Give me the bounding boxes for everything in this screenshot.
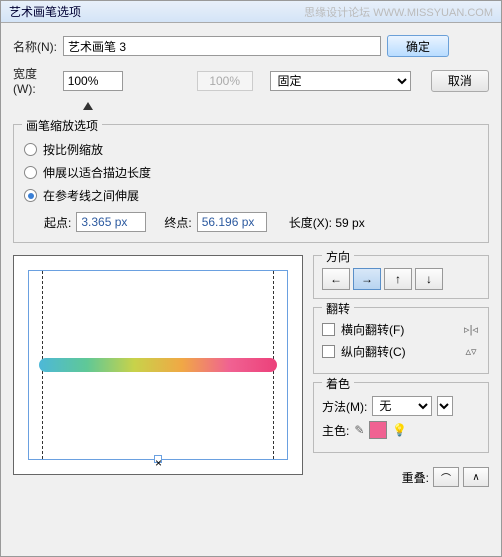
keycolor-swatch[interactable] [369, 421, 387, 439]
radio-label: 伸展以适合描边长度 [43, 164, 151, 181]
dialog-content: 名称(N): 确定 宽度(W): 100% 固定 取消 画笔缩放选项 按比例缩放… [1, 23, 501, 499]
name-input[interactable] [63, 36, 381, 56]
dir-right-button[interactable]: → [353, 268, 381, 290]
radio-proportional[interactable]: 按比例缩放 [24, 141, 478, 158]
length-label: 长度(X): 59 px [289, 214, 365, 231]
overlap-row: 重叠: ⌒ ∧ [313, 467, 489, 487]
flip-h-icon: ▹|◃ [462, 323, 480, 336]
radio-stretch-guides[interactable]: 在参考线之间伸展 [24, 187, 478, 204]
name-row: 名称(N): 确定 [13, 35, 489, 57]
width-row: 宽度(W): 100% 固定 取消 [13, 65, 489, 96]
radio-icon [24, 189, 37, 202]
tips-icon[interactable]: 💡 [392, 423, 407, 437]
overlap-label: 重叠: [402, 469, 429, 486]
width-label: 宽度(W): [13, 65, 57, 96]
guides-params-row: 起点: 终点: 长度(X): 59 px [44, 212, 478, 232]
direction-legend: 方向 [322, 248, 354, 265]
anchor-mid[interactable]: × [154, 455, 162, 463]
radio-icon [24, 143, 37, 156]
dialog: 艺术画笔选项 思缘设计论坛 WWW.MISSYUAN.COM 名称(N): 确定… [0, 0, 502, 557]
width-input[interactable] [63, 71, 123, 91]
dir-down-button[interactable]: ↓ [415, 268, 443, 290]
start-input[interactable] [76, 212, 146, 232]
eyedropper-icon[interactable]: ✎ [354, 423, 364, 437]
method-dropdown-btn[interactable] [437, 396, 453, 416]
direction-buttons: ← → ↑ ↓ [322, 268, 480, 290]
radio-icon [24, 166, 37, 179]
name-label: 名称(N): [13, 38, 57, 55]
overlap-none-button[interactable]: ⌒ [433, 467, 459, 487]
ok-button[interactable]: 确定 [387, 35, 449, 57]
colorize-legend: 着色 [322, 375, 354, 392]
end-input[interactable] [197, 212, 267, 232]
radio-label: 在参考线之间伸展 [43, 187, 139, 204]
titlebar: 艺术画笔选项 思缘设计论坛 WWW.MISSYUAN.COM [1, 1, 501, 23]
lower-section: × 方向 ← → ↑ ↓ 翻转 [13, 255, 489, 487]
flip-vertical-row[interactable]: 纵向翻转(C) ▵▿ [322, 343, 480, 360]
preview-area: × [13, 255, 303, 487]
width-fixed-display: 100% [197, 71, 253, 91]
flip-legend: 翻转 [322, 300, 354, 317]
checkbox-icon [322, 345, 335, 358]
colorize-group: 着色 方法(M): 无 主色: ✎ 💡 [313, 382, 489, 453]
flip-v-label: 纵向翻转(C) [341, 343, 406, 360]
overlap-on-button[interactable]: ∧ [463, 467, 489, 487]
width-mode-select[interactable]: 固定 [270, 71, 411, 91]
flip-v-icon: ▵▿ [462, 345, 480, 358]
method-select[interactable]: 无 [372, 396, 432, 416]
right-column: 方向 ← → ↑ ↓ 翻转 横向翻转(F) ▹|◃ [313, 255, 489, 487]
scale-options-group: 画笔缩放选项 按比例缩放 伸展以适合描边长度 在参考线之间伸展 起点: 终点: [13, 124, 489, 243]
watermark-text: 思缘设计论坛 WWW.MISSYUAN.COM [304, 4, 493, 20]
cancel-button[interactable]: 取消 [431, 70, 489, 92]
start-label: 起点: [44, 214, 71, 231]
checkbox-icon [322, 323, 335, 336]
dir-up-button[interactable]: ↑ [384, 268, 412, 290]
brush-preview-stroke [39, 358, 277, 372]
keycolor-row: 主色: ✎ 💡 [322, 421, 480, 439]
dir-left-button[interactable]: ← [322, 268, 350, 290]
scale-legend: 画笔缩放选项 [22, 117, 102, 134]
method-row: 方法(M): 无 [322, 396, 480, 416]
keycolor-label: 主色: [322, 422, 349, 439]
dialog-title: 艺术画笔选项 [9, 3, 81, 20]
end-label: 终点: [164, 214, 191, 231]
flip-h-label: 横向翻转(F) [341, 321, 404, 338]
width-slider-handle[interactable] [83, 102, 93, 110]
direction-group: 方向 ← → ↑ ↓ [313, 255, 489, 299]
flip-horizontal-row[interactable]: 横向翻转(F) ▹|◃ [322, 321, 480, 338]
preview-inner: × [28, 270, 288, 460]
radio-label: 按比例缩放 [43, 141, 103, 158]
radio-stretch-fit[interactable]: 伸展以适合描边长度 [24, 164, 478, 181]
method-label: 方法(M): [322, 398, 367, 415]
flip-group: 翻转 横向翻转(F) ▹|◃ 纵向翻转(C) ▵▿ [313, 307, 489, 374]
preview-box: × [13, 255, 303, 475]
